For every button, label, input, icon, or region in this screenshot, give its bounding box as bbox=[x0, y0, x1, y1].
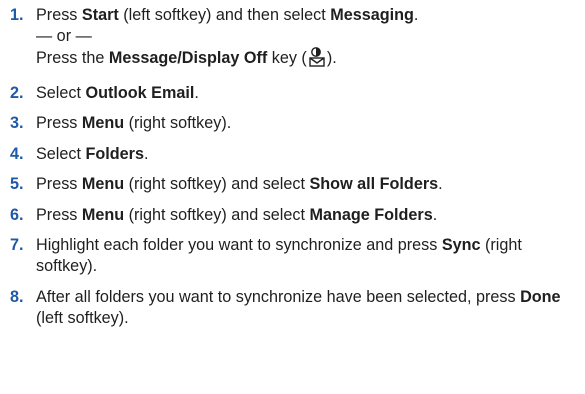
instruction-page: 1. Press Start (left softkey) and then s… bbox=[0, 0, 585, 394]
menu-show-all-folders: Show all Folders bbox=[309, 175, 439, 193]
step-text: Press the bbox=[36, 49, 109, 67]
step-5: 5. Press Menu (right softkey) and select… bbox=[10, 174, 585, 195]
step-text: After all folders you want to synchroniz… bbox=[36, 287, 521, 306]
step-text: (right softkey) and select bbox=[124, 175, 310, 193]
step-text: Select bbox=[36, 144, 86, 163]
step-4: 4. Select Folders. bbox=[10, 144, 585, 165]
step-6: 6. Press Menu (right softkey) and select… bbox=[10, 205, 585, 226]
step-text: . bbox=[413, 6, 419, 24]
key-start: Start bbox=[81, 6, 119, 24]
step-number: 5. bbox=[10, 175, 24, 193]
step-3: 3. Press Menu (right softkey). bbox=[10, 113, 585, 134]
key-sync: Sync bbox=[441, 236, 481, 254]
menu-folders: Folders bbox=[85, 144, 144, 163]
step-text: (left softkey). bbox=[36, 308, 129, 327]
key-done: Done bbox=[520, 287, 561, 306]
step-number: 8. bbox=[10, 287, 24, 306]
step-2: 2. Select Outlook Email. bbox=[10, 83, 585, 104]
step-number: 7. bbox=[10, 236, 24, 254]
menu-outlook-email: Outlook Email bbox=[85, 83, 195, 102]
step-number: 2. bbox=[10, 83, 24, 102]
key-message-display-off: Message/Display Off bbox=[108, 49, 268, 67]
message-display-off-key-icon bbox=[308, 47, 326, 73]
menu-manage-folders: Manage Folders bbox=[309, 205, 433, 224]
step-text: Press bbox=[36, 205, 82, 224]
step-text: . bbox=[143, 144, 149, 163]
step-text: (right softkey) and select bbox=[124, 205, 310, 224]
or-separator: — or — bbox=[36, 27, 92, 45]
step-text: Highlight each folder you want to synchr… bbox=[36, 236, 442, 254]
step-text: . bbox=[438, 175, 443, 193]
step-number: 3. bbox=[10, 114, 24, 132]
key-menu: Menu bbox=[81, 175, 125, 193]
key-menu: Menu bbox=[81, 205, 125, 224]
step-text: ). bbox=[326, 49, 337, 67]
step-7: 7. Highlight each folder you want to syn… bbox=[10, 235, 585, 277]
step-list: 1. Press Start (left softkey) and then s… bbox=[10, 5, 585, 329]
step-text: Press bbox=[36, 114, 82, 132]
step-text: key ( bbox=[267, 49, 307, 67]
step-text: Press bbox=[36, 175, 82, 193]
step-8: 8. After all folders you want to synchro… bbox=[10, 287, 585, 329]
menu-messaging: Messaging bbox=[330, 6, 414, 24]
step-text: . bbox=[432, 205, 438, 224]
step-number: 6. bbox=[10, 205, 24, 224]
step-number: 4. bbox=[10, 144, 24, 163]
step-number: 1. bbox=[10, 6, 24, 24]
step-text: Press bbox=[36, 6, 82, 24]
step-text: . bbox=[194, 83, 199, 102]
step-text: (right softkey). bbox=[124, 114, 232, 132]
step-text: (left softkey) and then select bbox=[118, 6, 331, 24]
key-menu: Menu bbox=[81, 114, 125, 132]
step-1: 1. Press Start (left softkey) and then s… bbox=[10, 5, 585, 73]
step-text: Select bbox=[36, 83, 86, 102]
